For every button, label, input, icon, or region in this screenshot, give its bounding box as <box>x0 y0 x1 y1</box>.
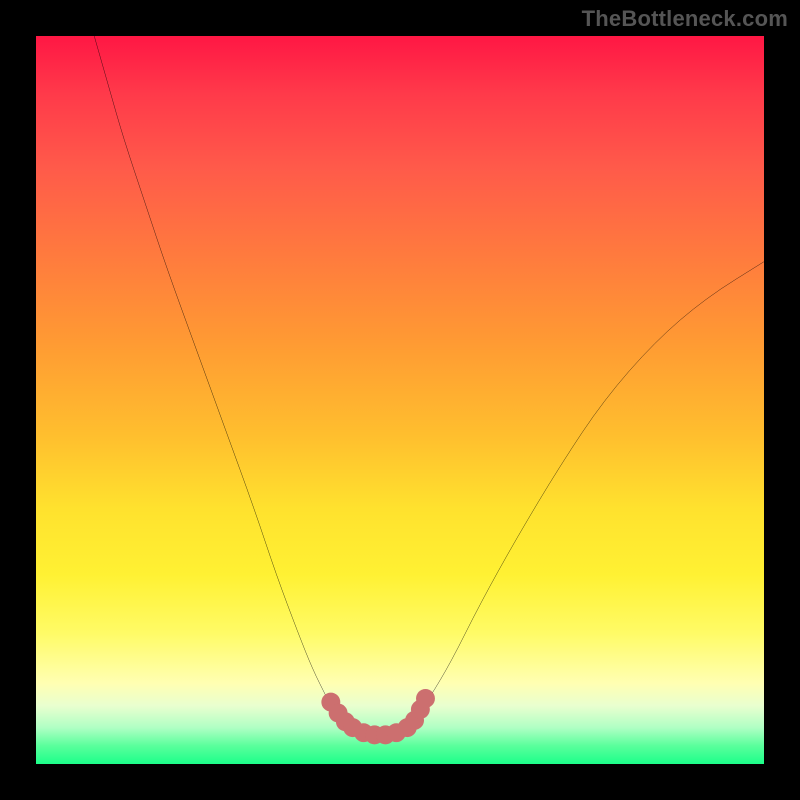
bottleneck-curve-chart <box>36 36 764 764</box>
valley-marker-cluster <box>321 689 435 744</box>
curve-line <box>94 36 764 735</box>
watermark-text: TheBottleneck.com <box>582 6 788 32</box>
valley-marker-dot <box>416 689 435 708</box>
